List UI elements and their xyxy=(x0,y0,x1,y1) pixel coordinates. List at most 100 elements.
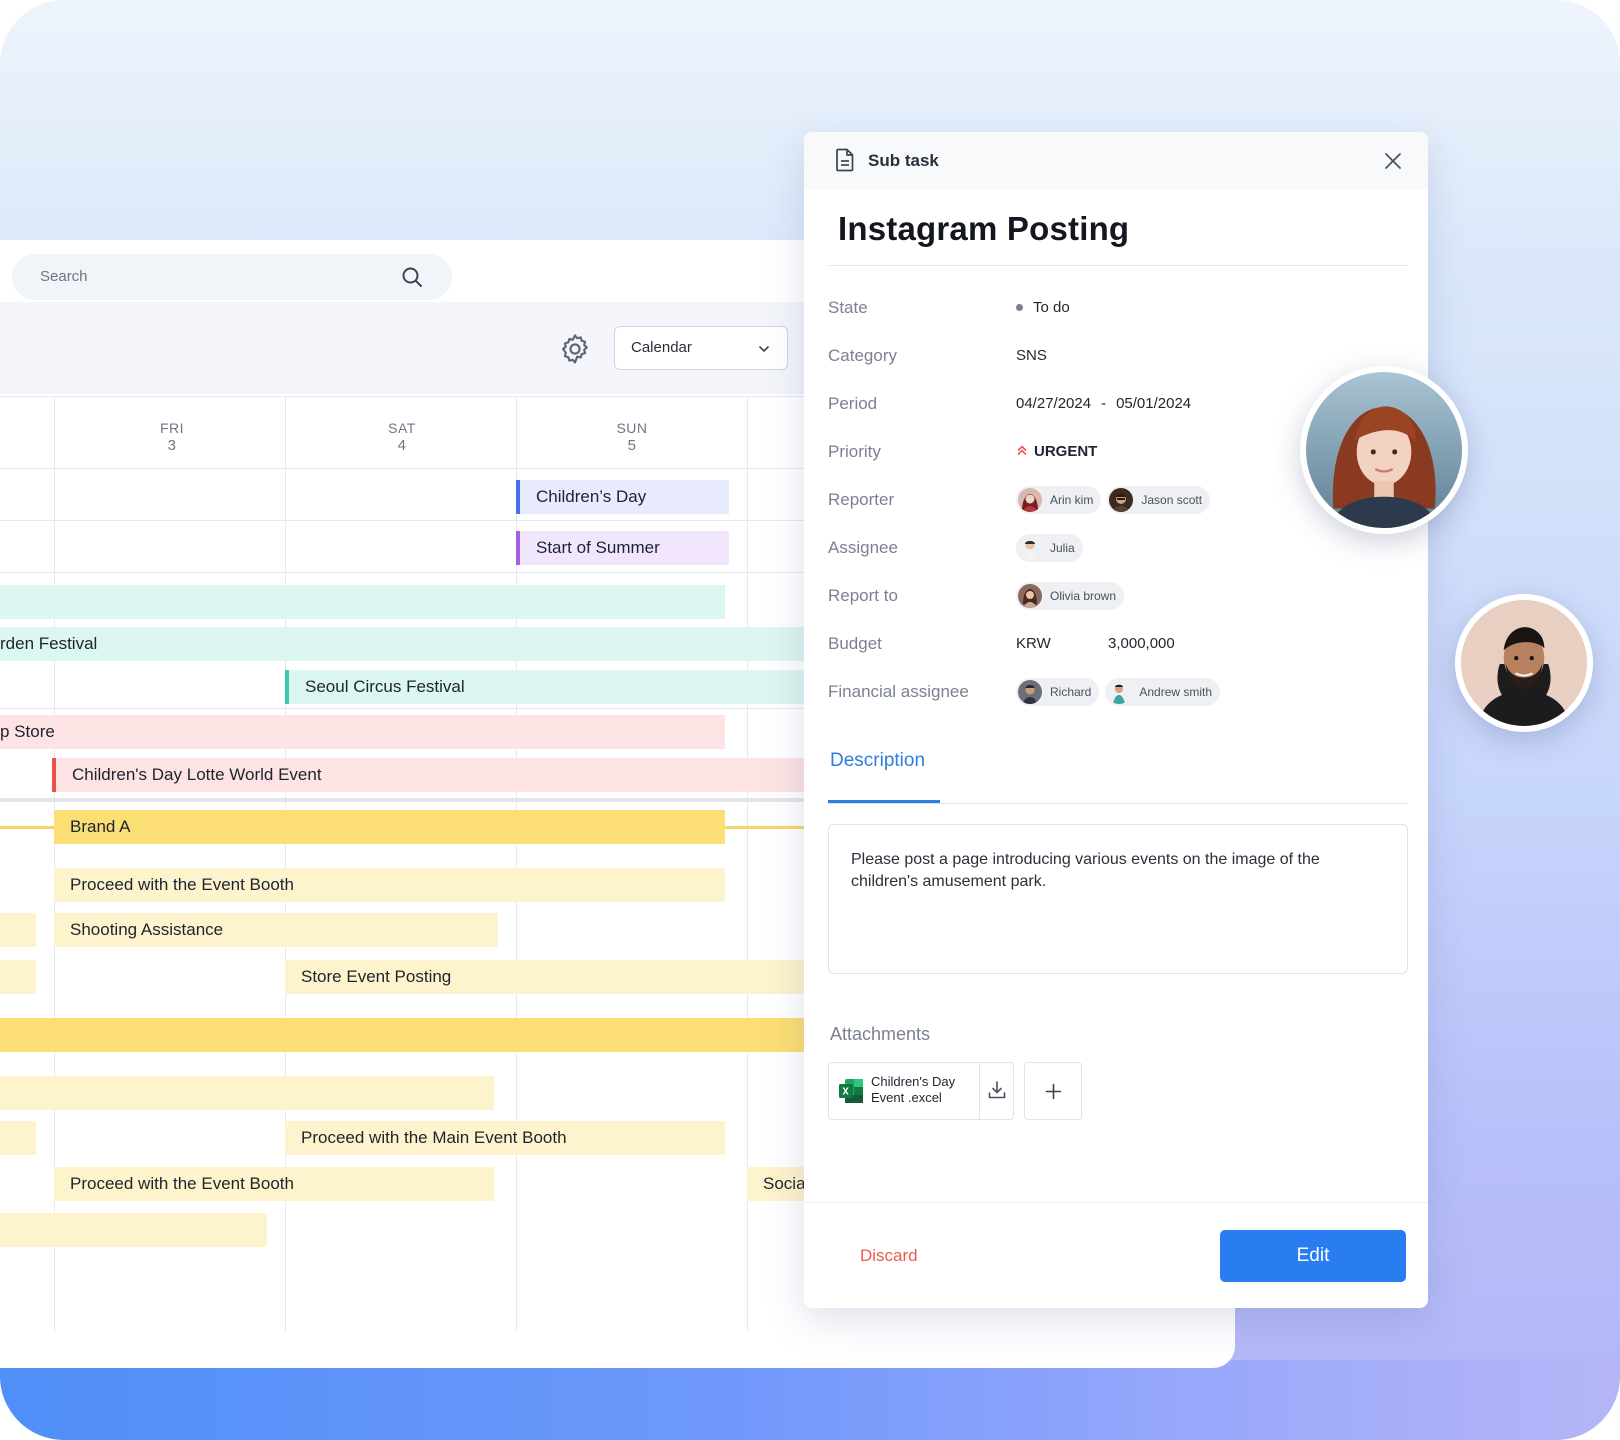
grid-line xyxy=(0,468,820,469)
edit-button[interactable]: Edit xyxy=(1220,1230,1406,1282)
assignee-value: Julia xyxy=(1016,530,1089,566)
event-brand-a[interactable]: Brand A xyxy=(54,810,725,844)
document-icon xyxy=(836,148,854,172)
task-title: Instagram Posting xyxy=(838,210,1130,247)
budget-amount: 3,000,000 xyxy=(1108,635,1175,652)
avatar xyxy=(1018,680,1042,705)
tab-active-indicator xyxy=(828,800,940,803)
event-start-of-summer[interactable]: Start of Summer xyxy=(516,531,729,565)
attachment-name: Children's Day Event .excel xyxy=(871,1074,956,1105)
person-chip[interactable]: Richard xyxy=(1016,678,1100,707)
discard-button[interactable]: Discard xyxy=(860,1246,918,1266)
field-budget: Budget KRW 3,000,000 xyxy=(804,626,1428,662)
status-dot-icon xyxy=(1016,303,1023,311)
budget-value[interactable]: KRW 3,000,000 xyxy=(1016,626,1175,662)
budget-currency: KRW xyxy=(1016,635,1051,652)
day-date: 3 xyxy=(167,437,177,454)
person-name: Arin kim xyxy=(1050,493,1094,508)
event-bar[interactable] xyxy=(0,585,725,619)
double-chevron-up-icon xyxy=(1017,445,1027,455)
person-chip[interactable]: Arin kim xyxy=(1016,486,1102,515)
state-value[interactable]: To do xyxy=(1016,290,1070,326)
event-bar[interactable] xyxy=(0,1213,267,1247)
person-name: Andrew smith xyxy=(1139,685,1213,700)
day-name: SUN xyxy=(616,420,648,436)
excel-file-icon xyxy=(839,1079,863,1103)
category-value[interactable]: SNS xyxy=(1016,338,1047,374)
day-name: FRI xyxy=(159,420,185,436)
download-button[interactable] xyxy=(979,1063,1014,1119)
avatar xyxy=(1018,536,1042,561)
tab-description[interactable]: Description xyxy=(830,750,925,772)
period-start: 04/27/2024 xyxy=(1016,395,1092,412)
subtask-modal: Sub task Instagram Posting State To do C… xyxy=(804,132,1428,1308)
search-input[interactable]: Search xyxy=(40,254,88,300)
day-header-sat: SAT 4 xyxy=(287,396,517,468)
event-event-booth[interactable]: Proceed with the Event Booth xyxy=(54,868,725,902)
priority-text: URGENT xyxy=(1034,443,1098,460)
person-name: Julia xyxy=(1050,541,1075,556)
report-to-value: Olivia brown xyxy=(1016,578,1130,614)
grid-line xyxy=(0,708,820,709)
event-bar[interactable] xyxy=(0,1018,820,1052)
tab-baseline xyxy=(828,803,1408,804)
field-label: Category xyxy=(828,346,897,365)
search-icon[interactable] xyxy=(400,265,424,289)
person-chip[interactable]: Olivia brown xyxy=(1016,582,1125,611)
field-category: Category SNS xyxy=(804,338,1428,374)
event-bar[interactable] xyxy=(0,913,36,947)
view-select[interactable]: Calendar xyxy=(614,326,788,370)
period-separator: - xyxy=(1101,395,1107,412)
floating-avatar-woman xyxy=(1300,366,1468,534)
day-date: 5 xyxy=(627,437,637,454)
attachment-file[interactable]: Children's Day Event .excel xyxy=(828,1062,1014,1120)
event-store-posting[interactable]: Store Event Posting xyxy=(285,960,825,994)
person-chip[interactable]: Andrew smith xyxy=(1105,678,1221,707)
event-shooting-assistance[interactable]: Shooting Assistance xyxy=(54,913,498,947)
chevron-down-icon xyxy=(759,346,769,352)
event-childrens-day[interactable]: Children’s Day xyxy=(516,480,729,514)
field-assignee: Assignee Julia xyxy=(804,530,1428,566)
event-event-booth[interactable]: Proceed with the Event Booth xyxy=(54,1167,494,1201)
field-report-to: Report to Olivia brown xyxy=(804,578,1428,614)
event-seoul-circus-festival[interactable]: Seoul Circus Festival xyxy=(285,670,825,704)
event-main-event-booth[interactable]: Proceed with the Main Event Booth xyxy=(285,1121,725,1155)
field-label: Period xyxy=(828,394,878,413)
event-bar[interactable] xyxy=(0,1121,36,1155)
event-bar[interactable] xyxy=(0,1076,494,1110)
financial-assignee-value: Richard Andrew smith xyxy=(1016,674,1226,710)
person-name: Jason scott xyxy=(1141,493,1203,508)
avatar xyxy=(1107,680,1132,705)
view-select-value: Calendar xyxy=(631,339,692,356)
plus-icon xyxy=(1045,1083,1062,1100)
gear-icon[interactable] xyxy=(558,332,592,366)
day-date: 4 xyxy=(397,437,407,454)
event-bar[interactable] xyxy=(0,960,36,994)
priority-value[interactable]: URGENT xyxy=(1016,434,1097,470)
field-label: Financial assignee xyxy=(828,682,969,701)
event-lotte-world[interactable]: Children's Day Lotte World Event xyxy=(52,758,822,792)
event-pop-store[interactable]: p Store xyxy=(0,715,725,749)
add-attachment-button[interactable] xyxy=(1024,1062,1082,1120)
search-bar[interactable]: Search xyxy=(12,254,452,300)
period-end: 05/01/2024 xyxy=(1116,395,1192,412)
description-field[interactable]: Please post a page introducing various e… xyxy=(828,824,1408,974)
description-text: Please post a page introducing various e… xyxy=(851,851,1320,890)
event-garden-festival[interactable]: rden Festival xyxy=(0,627,820,661)
field-label: Report to xyxy=(828,586,898,605)
person-chip[interactable]: Julia xyxy=(1016,534,1083,563)
grid-line xyxy=(0,520,820,521)
period-value[interactable]: 04/27/2024-05/01/2024 xyxy=(1016,386,1191,422)
reporter-value: Arin kim Jason scott xyxy=(1016,482,1216,518)
person-chip[interactable]: Jason scott xyxy=(1107,486,1211,515)
day-name: SAT xyxy=(388,420,416,436)
modal-header: Sub task xyxy=(804,132,1428,190)
state-text: To do xyxy=(1033,299,1070,316)
close-icon[interactable] xyxy=(1384,152,1402,170)
footer-divider xyxy=(804,1202,1428,1203)
day-header-fri: FRI 3 xyxy=(57,396,287,468)
person-name: Olivia brown xyxy=(1050,589,1117,604)
download-icon xyxy=(988,1081,1006,1099)
field-label: Assignee xyxy=(828,538,898,557)
modal-header-label: Sub task xyxy=(868,151,939,170)
